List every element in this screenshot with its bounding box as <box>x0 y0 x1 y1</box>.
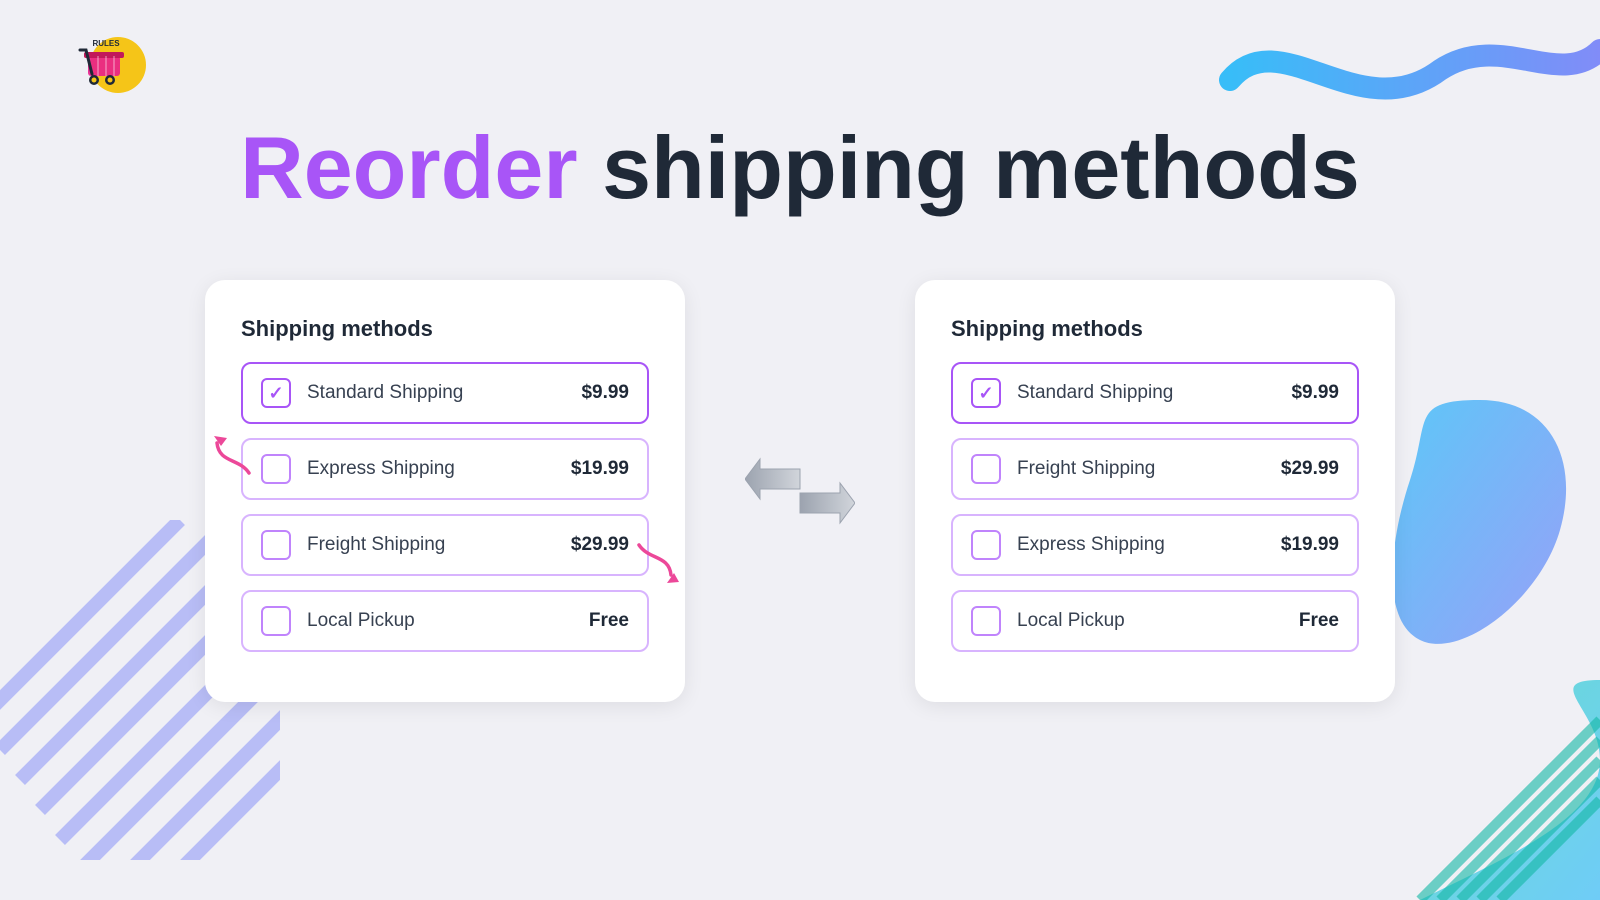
shipping-name-local-left: Local Pickup <box>307 610 589 632</box>
pink-arrow-up-icon <box>209 428 259 478</box>
right-shipping-card: Shipping methods ✓ Standard Shipping $9.… <box>915 280 1395 702</box>
shipping-name-standard-right: Standard Shipping <box>1017 382 1291 404</box>
shipping-price-freight-right: $29.99 <box>1281 458 1339 480</box>
logo: RULES <box>70 30 150 100</box>
checkbox-freight-right[interactable] <box>971 454 1001 484</box>
shipping-price-local-left: Free <box>589 610 629 632</box>
shipping-price-standard-right: $9.99 <box>1291 382 1339 404</box>
bottom-right-decoration <box>1220 680 1600 900</box>
checkbox-standard-left[interactable]: ✓ <box>261 378 291 408</box>
right-row-freight[interactable]: Freight Shipping $29.99 <box>951 438 1359 500</box>
express-row-wrapper: Express Shipping $19.99 <box>241 438 649 500</box>
left-card-title: Shipping methods <box>241 316 649 342</box>
right-row-express[interactable]: Express Shipping $19.99 <box>951 514 1359 576</box>
main-title: Reorder shipping methods <box>0 120 1600 217</box>
left-row-express[interactable]: Express Shipping $19.99 <box>241 438 649 500</box>
left-row-standard[interactable]: ✓ Standard Shipping $9.99 <box>241 362 649 424</box>
title-dark: shipping methods <box>602 118 1360 217</box>
cards-container: Shipping methods ✓ Standard Shipping $9.… <box>0 280 1600 702</box>
svg-text:RULES: RULES <box>92 39 120 48</box>
shipping-name-freight-right: Freight Shipping <box>1017 458 1281 480</box>
checkbox-express-left[interactable] <box>261 454 291 484</box>
shipping-name-express-right: Express Shipping <box>1017 534 1281 556</box>
check-icon-right: ✓ <box>978 383 993 404</box>
swap-arrows <box>745 451 855 531</box>
right-card-title: Shipping methods <box>951 316 1359 342</box>
title-purple: Reorder <box>240 118 577 217</box>
checkbox-local-right[interactable] <box>971 606 1001 636</box>
swap-arrow-icon <box>745 451 855 531</box>
checkbox-local-left[interactable] <box>261 606 291 636</box>
shipping-name-express-left: Express Shipping <box>307 458 571 480</box>
shipping-price-freight-left: $29.99 <box>571 534 629 556</box>
checkbox-freight-left[interactable] <box>261 530 291 560</box>
checkbox-express-right[interactable] <box>971 530 1001 560</box>
right-row-standard[interactable]: ✓ Standard Shipping $9.99 <box>951 362 1359 424</box>
check-icon: ✓ <box>268 383 283 404</box>
left-row-local[interactable]: Local Pickup Free <box>241 590 649 652</box>
shipping-name-local-right: Local Pickup <box>1017 610 1299 632</box>
left-row-freight[interactable]: Freight Shipping $29.99 <box>241 514 649 576</box>
left-shipping-card: Shipping methods ✓ Standard Shipping $9.… <box>205 280 685 702</box>
logo-icon: RULES <box>70 30 150 100</box>
shipping-price-standard-left: $9.99 <box>581 382 629 404</box>
freight-row-wrapper: Freight Shipping $29.99 <box>241 514 649 576</box>
right-row-local[interactable]: Local Pickup Free <box>951 590 1359 652</box>
pink-arrow-down-icon <box>629 540 679 590</box>
checkbox-standard-right[interactable]: ✓ <box>971 378 1001 408</box>
shipping-price-express-right: $19.99 <box>1281 534 1339 556</box>
shipping-name-standard-left: Standard Shipping <box>307 382 581 404</box>
shipping-name-freight-left: Freight Shipping <box>307 534 571 556</box>
shipping-price-local-right: Free <box>1299 610 1339 632</box>
shipping-price-express-left: $19.99 <box>571 458 629 480</box>
